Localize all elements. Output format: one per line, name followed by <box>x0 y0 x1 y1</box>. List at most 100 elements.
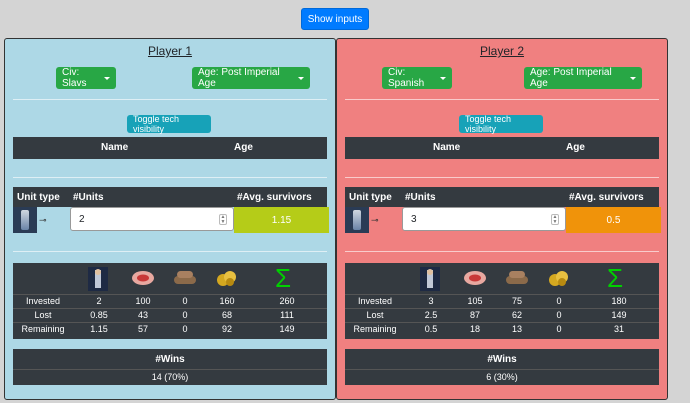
unit-icon[interactable] <box>345 207 369 233</box>
food-icon <box>132 271 154 285</box>
age-dropdown-label: Age: Post Imperial Age <box>198 67 280 89</box>
stat-cell: 160 <box>219 296 235 306</box>
stat-cell: 0 <box>556 324 562 334</box>
stat-cell: 260 <box>279 296 295 306</box>
row-label: Invested <box>25 296 61 306</box>
stat-cell: 180 <box>611 296 627 306</box>
toggle-tech-visibility-button[interactable]: Toggle tech visibility <box>127 114 211 134</box>
civ-dropdown[interactable]: Civ: Slavs <box>56 67 116 89</box>
stat-cell: 3 <box>428 296 434 306</box>
player-1-panel: Player 1 Civ: Slavs Age: Post Imperial A… <box>4 38 336 400</box>
stat-cell: 149 <box>611 310 627 320</box>
stat-cell: 149 <box>279 324 295 334</box>
food-icon <box>464 271 486 285</box>
stat-cell: 105 <box>467 296 483 306</box>
stat-cell: 87 <box>469 310 481 320</box>
resource-stats-table: Σ Invested 2 100 0 160 260 Lost 0.85 43 … <box>13 263 327 339</box>
row-label: Remaining <box>21 324 65 334</box>
age-dropdown[interactable]: Age: Post Imperial Age <box>524 67 642 89</box>
unit-count-value: 2 <box>79 213 85 225</box>
show-inputs-button[interactable]: Show inputs <box>301 8 369 30</box>
stats-row-lost: Lost 0.85 43 0 68 111 <box>13 309 327 323</box>
toggle-tech-visibility-button[interactable]: Toggle tech visibility <box>459 114 543 134</box>
unit-count-input[interactable]: 2 ▲ ▼ <box>70 207 234 231</box>
unit-icon[interactable] <box>13 207 37 233</box>
population-icon <box>420 267 440 291</box>
stat-cell: 43 <box>137 310 149 320</box>
tech-table-header: Name Age <box>13 137 327 159</box>
resource-icons-row: Σ <box>13 263 327 295</box>
unit-count-input[interactable]: 3 ▲ ▼ <box>402 207 566 231</box>
tech-table-header: Name Age <box>345 137 659 159</box>
tech-age-header: Age <box>234 142 253 153</box>
wins-table: #Wins 6 (30%) <box>345 349 659 385</box>
stats-row-invested: Invested 2 100 0 160 260 <box>13 295 327 309</box>
stats-row-remaining: Remaining 1.15 57 0 92 149 <box>13 323 327 337</box>
unit-row: ⊸ 3 ▲ ▼ 0.5 <box>345 207 661 233</box>
divider <box>345 99 659 100</box>
units-count-header: #Units <box>73 192 104 203</box>
wins-value: 14 (70%) <box>151 372 189 382</box>
age-dropdown-label: Age: Post Imperial Age <box>530 67 612 89</box>
target-icon: ⊸ <box>39 215 47 225</box>
divider <box>13 251 327 252</box>
caret-down-icon <box>440 76 446 80</box>
stat-cell: 2.5 <box>424 310 438 320</box>
stat-cell: 0 <box>182 310 188 320</box>
stat-cell: 0 <box>182 324 188 334</box>
sum-icon: Σ <box>607 263 624 293</box>
divider <box>345 251 659 252</box>
spinner-icon[interactable]: ▲ ▼ <box>219 214 227 225</box>
avg-survivors-header: #Avg. survivors <box>237 192 312 203</box>
tech-name-header: Name <box>433 142 461 153</box>
row-label: Lost <box>366 310 384 320</box>
stat-cell: 0 <box>556 310 562 320</box>
target-icon: ⊸ <box>371 215 379 225</box>
stat-cell: 1.15 <box>90 324 108 334</box>
spinner-icon[interactable]: ▲ ▼ <box>551 214 559 225</box>
stat-cell: 2 <box>96 296 102 306</box>
stat-cell: 68 <box>221 310 233 320</box>
unit-table-header: Unit type #Units #Avg. survivors <box>13 187 327 207</box>
units-count-header: #Units <box>405 192 436 203</box>
stats-row-lost: Lost 2.5 87 62 0 149 <box>345 309 659 323</box>
wins-header: #Wins <box>13 349 327 370</box>
unit-type-header: Unit type <box>349 192 392 203</box>
stats-row-invested: Invested 3 105 75 0 180 <box>345 295 659 309</box>
divider <box>13 177 327 178</box>
wins-header: #Wins <box>345 349 659 370</box>
player-2-panel: Player 2 Civ: Spanish Age: Post Imperial… <box>336 38 668 400</box>
avg-survivors-value: 1.15 <box>234 207 329 233</box>
wood-icon <box>506 271 528 284</box>
tech-name-header: Name <box>101 142 129 153</box>
wood-icon <box>174 271 196 284</box>
stat-cell: 0.85 <box>90 310 108 320</box>
stat-cell: 111 <box>280 310 294 320</box>
civ-dropdown-label: Civ: Slavs <box>62 67 87 89</box>
caret-down-icon <box>298 76 304 80</box>
stat-cell: 0 <box>556 296 562 306</box>
age-dropdown[interactable]: Age: Post Imperial Age <box>192 67 310 89</box>
unit-type-header: Unit type <box>17 192 60 203</box>
unit-count-value: 3 <box>411 213 417 225</box>
stat-cell: 31 <box>613 324 625 334</box>
civ-dropdown[interactable]: Civ: Spanish <box>382 67 452 89</box>
caret-down-icon <box>630 76 636 80</box>
stat-cell: 92 <box>221 324 233 334</box>
stat-cell: 57 <box>137 324 149 334</box>
stat-cell: 62 <box>511 310 523 320</box>
unit-table-header: Unit type #Units #Avg. survivors <box>345 187 659 207</box>
civ-dropdown-label: Civ: Spanish <box>388 67 425 89</box>
player-title: Player 1 <box>147 44 193 58</box>
wins-table: #Wins 14 (70%) <box>13 349 327 385</box>
resource-icons-row: Σ <box>345 263 659 295</box>
row-label: Invested <box>357 296 393 306</box>
stat-cell: 75 <box>511 296 523 306</box>
stats-row-remaining: Remaining 0.5 18 13 0 31 <box>345 323 659 337</box>
player-title: Player 2 <box>479 44 525 58</box>
avg-survivors-value: 0.5 <box>566 207 661 233</box>
row-label: Lost <box>34 310 52 320</box>
unit-row: ⊸ 2 ▲ ▼ 1.15 <box>13 207 329 233</box>
sum-icon: Σ <box>275 263 292 293</box>
avg-survivors-header: #Avg. survivors <box>569 192 644 203</box>
